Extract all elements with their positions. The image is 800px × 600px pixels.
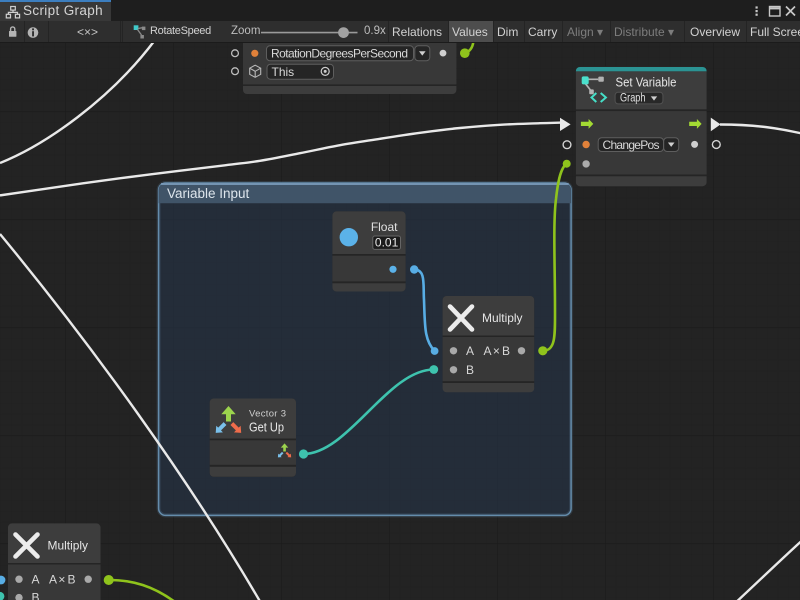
svg-text:A: A bbox=[32, 572, 40, 586]
svg-text:ChangePos: ChangePos bbox=[603, 138, 660, 152]
svg-text:Graph: Graph bbox=[620, 93, 646, 105]
svg-text:A × B: A × B bbox=[484, 344, 511, 358]
svg-text:Multiply: Multiply bbox=[482, 311, 523, 325]
svg-text:RotationDegreesPerSecond: RotationDegreesPerSecond bbox=[271, 47, 408, 61]
svg-text:0.01: 0.01 bbox=[375, 236, 399, 250]
svg-text:This: This bbox=[272, 65, 295, 79]
svg-text:Float: Float bbox=[371, 220, 398, 234]
svg-text:Variable Input: Variable Input bbox=[167, 186, 250, 201]
svg-text:Multiply: Multiply bbox=[48, 539, 89, 553]
svg-text:Vector 3: Vector 3 bbox=[249, 409, 286, 420]
svg-text:Get Up: Get Up bbox=[249, 421, 284, 435]
svg-text:A: A bbox=[466, 344, 474, 358]
svg-text:B: B bbox=[32, 591, 40, 600]
svg-text:Set Variable: Set Variable bbox=[616, 75, 677, 89]
svg-text:A × B: A × B bbox=[49, 572, 76, 586]
svg-text:B: B bbox=[466, 363, 474, 377]
